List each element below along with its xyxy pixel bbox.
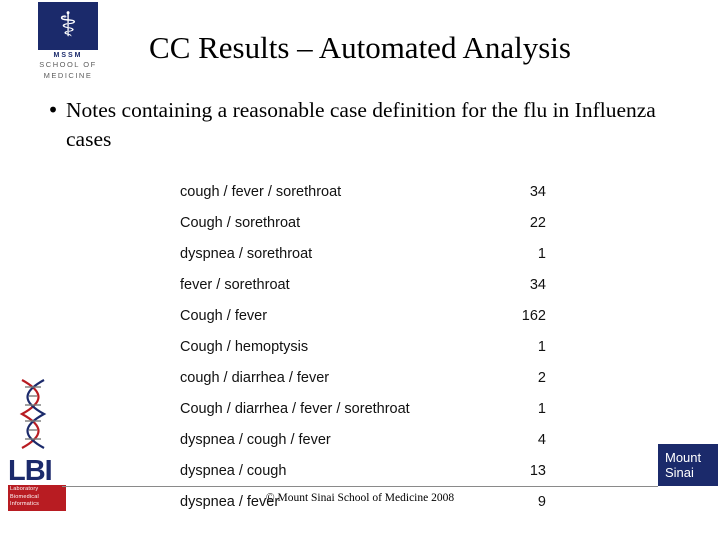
dna-helix-icon (19, 379, 47, 449)
table-row: dyspnea / cough / fever 4 (178, 424, 550, 455)
row-label: dyspnea / cough (180, 462, 287, 479)
row-label: Cough / hemoptysis (180, 338, 309, 355)
row-value: 1 (537, 400, 546, 417)
row-label: Cough / fever (180, 307, 268, 324)
row-value: 4 (537, 431, 546, 448)
page-title: CC Results – Automated Analysis (149, 30, 571, 65)
crest-school-line2: MEDICINE (43, 71, 93, 80)
row-value: 13 (529, 462, 546, 479)
row-value: 1 (537, 245, 546, 262)
row-value: 1 (537, 338, 546, 355)
table-row: dyspnea / cough 13 (178, 455, 550, 486)
row-value: 2 (537, 369, 546, 386)
row-label: Cough / diarrhea / fever / sorethroat (180, 400, 410, 417)
row-label: Cough / sorethroat (180, 214, 301, 231)
table-row: fever / sorethroat 34 (178, 269, 550, 300)
row-label: dyspnea / sorethroat (180, 245, 313, 262)
table-row: Cough / diarrhea / fever / sorethroat 1 (178, 393, 550, 424)
wordmark-line2: Sinai (665, 465, 694, 480)
table-row: dyspnea / sorethroat 1 (178, 238, 550, 269)
table-row: cough / diarrhea / fever 2 (178, 362, 550, 393)
footer-divider (62, 486, 658, 487)
mount-sinai-wordmark: Mount Sinai (658, 444, 718, 486)
results-table: cough / fever / sorethroat 34 Cough / so… (178, 176, 550, 517)
row-label: fever / sorethroat (180, 276, 290, 293)
copyright-notice: © Mount Sinai School of Medicine 2008 (265, 492, 455, 504)
bullet-item: • Notes containing a reasonable case def… (40, 96, 700, 154)
bullet-dot-icon: • (47, 98, 59, 122)
row-label: cough / fever / sorethroat (180, 183, 342, 200)
table-row: Cough / fever 162 (178, 300, 550, 331)
row-value: 22 (529, 214, 546, 231)
lbi-logo: LBI Laboratory Biomedical Informatics (4, 378, 66, 511)
results-table-body: cough / fever / sorethroat 34 Cough / so… (178, 176, 550, 517)
bullet-block: • Notes containing a reasonable case def… (40, 96, 700, 154)
row-label: dyspnea / cough / fever (180, 431, 331, 448)
table-row: Cough / sorethroat 22 (178, 207, 550, 238)
table-row: cough / fever / sorethroat 34 (178, 176, 550, 207)
bullet-item-label: Notes containing a reasonable case defin… (66, 98, 656, 151)
row-value: 162 (521, 307, 546, 324)
lbi-title: LBI (8, 455, 53, 487)
row-value: 34 (529, 276, 546, 293)
row-label: cough / diarrhea / fever (180, 369, 330, 386)
row-value: 34 (529, 183, 546, 200)
wordmark-line1: Mount (665, 450, 702, 465)
table-row: Cough / hemoptysis 1 (178, 331, 550, 362)
